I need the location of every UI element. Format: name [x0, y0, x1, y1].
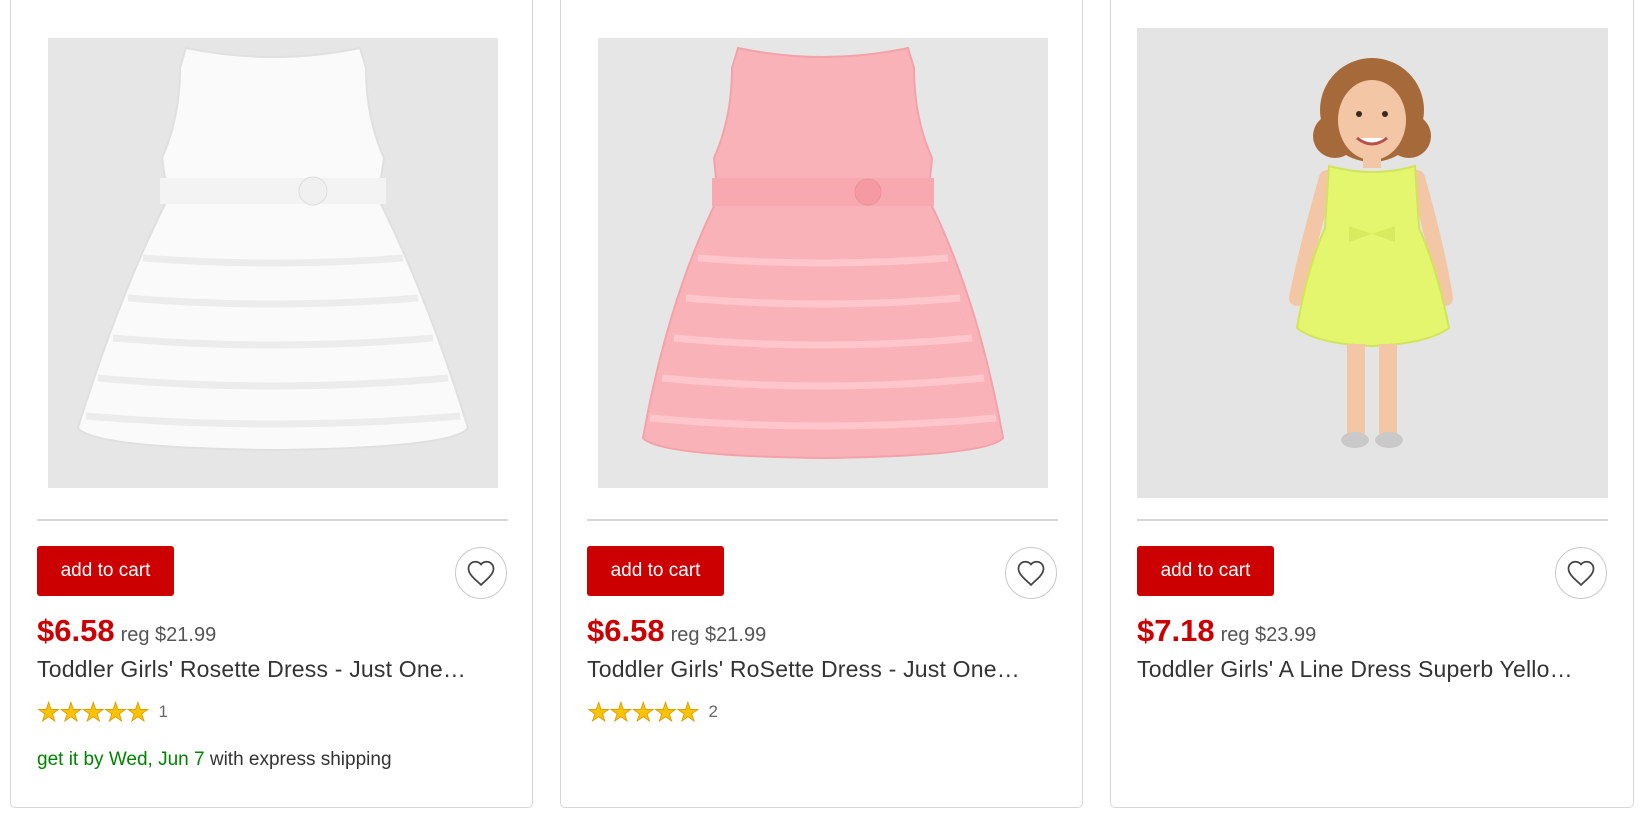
- regular-price: reg $23.99: [1220, 624, 1317, 646]
- add-to-cart-button[interactable]: add to cart: [1137, 546, 1274, 596]
- rating-count: 2: [708, 702, 719, 721]
- price-row: $6.58 reg $21.99: [37, 613, 216, 649]
- divider: [1137, 519, 1608, 521]
- regular-price: reg $21.99: [670, 624, 767, 646]
- rating-count: 1: [158, 702, 169, 721]
- shipping-method: with express shipping: [204, 749, 392, 770]
- product-card: add to cart $6.58 reg $21.99 Toddler Girl…: [560, 0, 1083, 808]
- product-image[interactable]: [1137, 23, 1608, 503]
- product-title-link[interactable]: Toddler Girls' Rosette Dress - Just One…: [37, 656, 512, 683]
- divider: [37, 519, 508, 521]
- regular-price: reg $21.99: [120, 624, 217, 646]
- product-image[interactable]: [37, 23, 508, 503]
- add-to-cart-button[interactable]: add to cart: [37, 546, 174, 596]
- heart-outline-icon: [467, 560, 495, 587]
- favorite-button[interactable]: [1555, 547, 1607, 599]
- product-card: add to cart $7.18 reg $23.99 Toddler Girl…: [1110, 0, 1634, 808]
- product-title-link[interactable]: Toddler Girls' A Line Dress Superb Yello…: [1137, 656, 1612, 683]
- sale-price: $7.18: [1137, 613, 1215, 648]
- sale-price: $6.58: [587, 613, 665, 648]
- star-icon: ★★★★★: [587, 697, 700, 727]
- favorite-button[interactable]: [1005, 547, 1057, 599]
- heart-outline-icon: [1567, 560, 1595, 587]
- favorite-button[interactable]: [455, 547, 507, 599]
- delivery-date: get it by Wed, Jun 7: [37, 749, 205, 770]
- sale-price: $6.58: [37, 613, 115, 648]
- star-icon: ★★★★★: [37, 697, 150, 727]
- rating[interactable]: ★★★★★ 1: [37, 697, 169, 727]
- rating[interactable]: ★★★★★ 2: [587, 697, 719, 727]
- price-row: $7.18 reg $23.99: [1137, 613, 1316, 649]
- add-to-cart-button[interactable]: add to cart: [587, 546, 724, 596]
- product-image[interactable]: [587, 23, 1058, 503]
- product-title-link[interactable]: Toddler Girls' RoSette Dress - Just One…: [587, 656, 1062, 683]
- product-card: add to cart $6.58 reg $21.99 Toddler Girl…: [10, 0, 533, 808]
- divider: [587, 519, 1058, 521]
- price-row: $6.58 reg $21.99: [587, 613, 766, 649]
- heart-outline-icon: [1017, 560, 1045, 587]
- shipping-info: get it by Wed, Jun 7 with express shippi…: [37, 749, 392, 771]
